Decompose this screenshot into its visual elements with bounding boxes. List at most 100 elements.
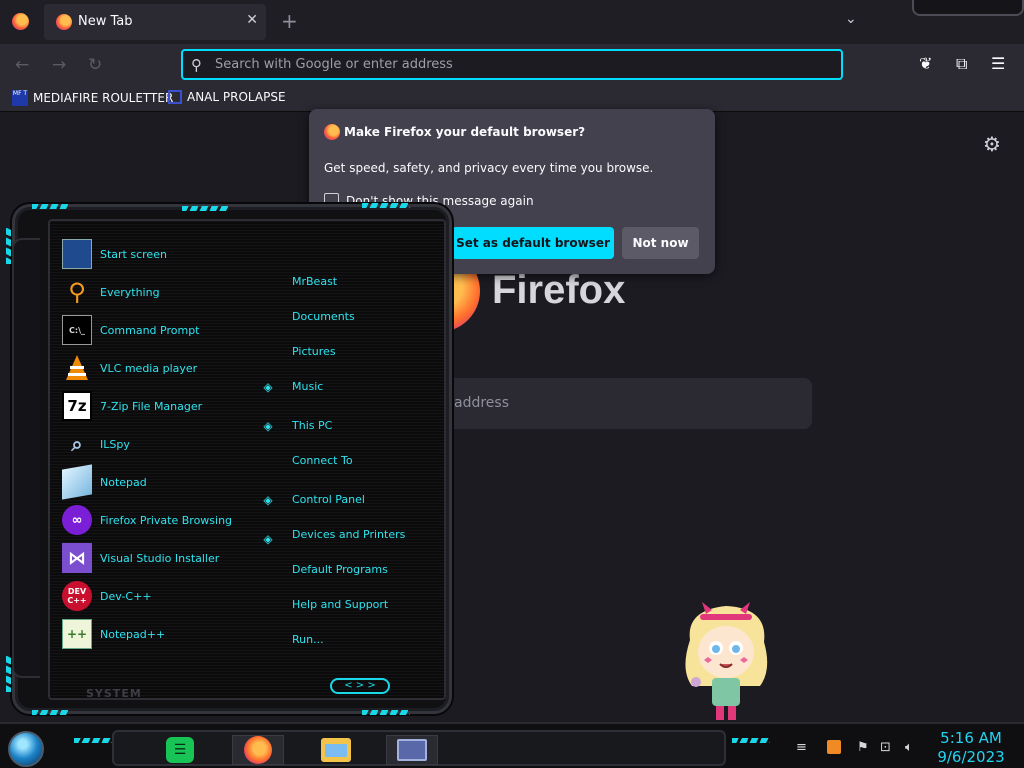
start-menu-panel: Start screen ⚲ Everything C:\_ Command P… [48, 219, 446, 700]
tab-bar: New Tab ✕ + ⌄ [0, 0, 1024, 44]
program-firefox-private[interactable]: ∞ Firefox Private Browsing [62, 503, 232, 537]
window-app-icon [397, 739, 427, 761]
magnifier-icon: ⚲ [68, 278, 86, 306]
start-menu: Start screen ⚲ Everything C:\_ Command P… [4, 198, 454, 720]
place-connect-to[interactable]: Connect To [292, 454, 353, 467]
submenu-diamond-icon: ◈ [263, 419, 273, 433]
list-all-tabs-button[interactable]: ⌄ [845, 11, 857, 27]
tab-title: New Tab [78, 14, 133, 29]
program-label: Notepad++ [100, 627, 166, 641]
dialog-title: Make Firefox your default browser? [344, 125, 586, 139]
url-bar-placeholder: Search with Google or enter address [215, 57, 453, 72]
program-label: 7-Zip File Manager [100, 399, 203, 413]
program-label: Start screen [100, 247, 167, 261]
clock-date[interactable]: 9/6/2023 [936, 748, 1006, 766]
program-notepad-plus-plus[interactable]: ++ Notepad++ [62, 617, 165, 651]
taskbar-app-window[interactable] [386, 735, 438, 765]
program-label: Dev-C++ [100, 589, 152, 603]
show-hidden-icons-icon[interactable]: ≡ [796, 740, 807, 755]
firefox-view-icon[interactable] [12, 13, 29, 30]
search-icon: ⚲ [191, 56, 202, 74]
network-icon[interactable]: ⊡ [880, 740, 891, 755]
taskbar: ☰ ≡ ⚑ ⊡ 🔈︎ 5:16 AM 9/6/2023 [0, 722, 1024, 768]
taskbar-app-notes[interactable]: ☰ [154, 735, 206, 765]
volume-icon[interactable]: 🔈︎ [905, 740, 913, 755]
program-label: ILSpy [100, 437, 130, 451]
place-run[interactable]: Run... [292, 633, 324, 646]
action-center-flag-icon[interactable]: ⚑ [857, 740, 869, 755]
visual-studio-icon: ⋈ [62, 543, 92, 573]
place-pictures[interactable]: Pictures [292, 345, 336, 358]
program-label: Command Prompt [100, 323, 200, 337]
program-notepad[interactable]: Notepad [62, 464, 147, 500]
notepadpp-icon: ++ [62, 619, 92, 649]
taskbar-accent [732, 738, 770, 743]
submenu-diamond-icon: ◈ [263, 380, 273, 394]
program-vlc[interactable]: VLC media player [62, 351, 197, 385]
taskbar-app-firefox[interactable] [232, 735, 284, 765]
program-7zip[interactable]: 7z 7-Zip File Manager [62, 389, 202, 423]
start-orb-button[interactable] [8, 731, 44, 767]
firefox-icon [324, 124, 340, 140]
extensions-icon[interactable]: ⧉ [956, 54, 967, 74]
frame-accent [6, 656, 11, 692]
navigation-toolbar: ← → ↻ ⚲ Search with Google or enter addr… [0, 44, 1024, 86]
back-button[interactable]: ← [15, 55, 29, 75]
tab-new-tab[interactable]: New Tab ✕ [44, 4, 266, 40]
frame-accent [6, 228, 11, 264]
all-programs-arrows[interactable]: < > > [330, 678, 390, 694]
program-visual-studio-installer[interactable]: ⋈ Visual Studio Installer [62, 541, 219, 575]
url-bar[interactable]: ⚲ Search with Google or enter address [181, 49, 843, 80]
frame-accent [182, 206, 228, 211]
place-this-pc[interactable]: This PC [292, 419, 332, 432]
pocket-icon[interactable]: ❦ [919, 54, 932, 73]
set-default-browser-button[interactable]: Set as default browser [452, 227, 614, 259]
bookmark-label: ANAL PROLAPSE [187, 90, 286, 104]
firefox-wordmark: Firefox [492, 268, 626, 312]
taskbar-app-file-explorer[interactable] [310, 735, 362, 765]
program-label: Notepad [100, 475, 147, 489]
frame-accent [32, 204, 68, 209]
newtab-search-placeholder: address [454, 395, 510, 411]
place-documents[interactable]: Documents [292, 310, 355, 323]
place-music[interactable]: Music [292, 380, 323, 393]
not-now-button[interactable]: Not now [622, 227, 699, 259]
ilspy-icon: ⌕ [71, 432, 83, 456]
program-everything[interactable]: ⚲ Everything [62, 275, 159, 309]
menu-icon[interactable]: ☰ [991, 54, 1005, 73]
program-dev-cpp[interactable]: DEV C++ Dev-C++ [62, 579, 152, 613]
private-mask-icon: ∞ [62, 505, 92, 535]
place-control-panel[interactable]: Control Panel [292, 493, 365, 506]
notes-app-icon: ☰ [166, 737, 194, 763]
start-screen-icon [62, 239, 92, 269]
place-default-programs[interactable]: Default Programs [292, 563, 388, 576]
bookmark-anal-prolapse[interactable]: ANAL PROLAPSE [168, 90, 286, 104]
bookmark-label: MEDIAFIRE ROULETTER [33, 91, 174, 105]
firefox-favicon-icon [56, 14, 72, 30]
tab-close-icon[interactable]: ✕ [246, 12, 258, 28]
submenu-diamond-icon: ◈ [263, 532, 273, 546]
program-command-prompt[interactable]: C:\_ Command Prompt [62, 313, 200, 347]
dialog-message: Get speed, safety, and privacy every tim… [324, 161, 654, 175]
frame-accent [362, 203, 410, 208]
start-menu-side-rail [12, 238, 40, 678]
reload-button[interactable]: ↻ [88, 55, 102, 75]
newtab-search-box[interactable]: address [440, 378, 812, 429]
clock-time[interactable]: 5:16 AM [936, 729, 1006, 747]
new-tab-button[interactable]: + [281, 9, 298, 33]
frame-accent [362, 710, 410, 715]
bookmark-mediafire-rouletter[interactable]: MF T MEDIAFIRE ROULETTER [12, 90, 173, 106]
forward-button[interactable]: → [52, 55, 66, 75]
place-help-and-support[interactable]: Help and Support [292, 598, 388, 611]
java-update-icon[interactable] [827, 740, 841, 754]
place-mrbeast[interactable]: MrBeast [292, 275, 337, 288]
devcpp-icon: DEV C++ [62, 581, 92, 611]
file-explorer-icon [321, 738, 351, 762]
window-corner-decoration [912, 0, 1024, 16]
star-butterfly-sticker [676, 600, 776, 724]
gear-icon[interactable]: ⚙ [983, 132, 1001, 156]
place-devices-and-printers[interactable]: Devices and Printers [292, 528, 405, 541]
program-ilspy[interactable]: ⌕ ILSpy [62, 427, 130, 461]
program-start-screen[interactable]: Start screen [62, 237, 167, 271]
frame-accent [32, 710, 68, 715]
